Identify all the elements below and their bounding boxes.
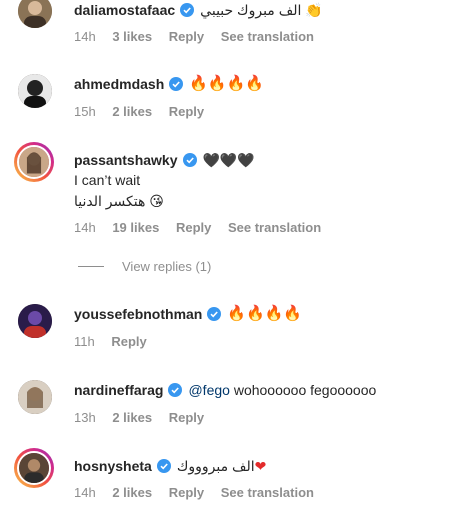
divider — [78, 266, 104, 267]
see-translation-button[interactable]: See translation — [221, 29, 314, 44]
reply-button[interactable]: Reply — [169, 104, 204, 119]
timestamp[interactable]: 14h — [74, 485, 96, 500]
avatar[interactable] — [18, 304, 52, 338]
comment-text: 🖤🖤🖤 — [202, 152, 255, 168]
verified-badge-icon — [180, 3, 195, 17]
avatar-image-icon — [19, 453, 49, 483]
comment-text: I can’t wait — [74, 172, 141, 188]
likes-count[interactable]: 2 likes — [112, 485, 152, 500]
comment-text: 🔥🔥🔥🔥 — [227, 305, 303, 322]
comment-header: hosnysheta الف مبروووك ❤ — [74, 457, 266, 475]
avatar[interactable] — [18, 380, 52, 414]
username-link[interactable]: nardineffarag — [74, 381, 163, 399]
verified-badge-icon — [156, 459, 171, 473]
timestamp[interactable]: 11h — [74, 334, 95, 349]
comment-text-line-2: I can’t wait — [74, 171, 140, 189]
avatar-image-icon — [18, 0, 52, 28]
timestamp[interactable]: 15h — [74, 104, 96, 119]
timestamp[interactable]: 14h — [74, 220, 96, 235]
see-translation-button[interactable]: See translation — [228, 220, 321, 235]
timestamp[interactable]: 13h — [74, 410, 96, 425]
comment-text: هتكسر الدنيا 😘 — [74, 193, 164, 209]
avatar-image-icon — [18, 74, 52, 108]
reply-button[interactable]: Reply — [176, 220, 211, 235]
likes-count[interactable]: 2 likes — [112, 104, 152, 119]
avatar[interactable] — [18, 74, 52, 108]
comment-header: ahmedmdash 🔥🔥🔥🔥 — [74, 75, 264, 93]
verified-badge-icon — [168, 383, 183, 397]
comment-meta: 13h 2 likes Reply — [74, 410, 217, 425]
comment-meta: 14h 2 likes Reply See translation — [74, 485, 327, 500]
verified-badge-icon — [169, 77, 184, 91]
heart-icon: ❤ — [254, 458, 267, 474]
avatar-story-ring — [17, 145, 51, 179]
comment-meta: 11h Reply — [74, 334, 160, 349]
likes-count[interactable]: 2 likes — [112, 410, 152, 425]
comment-meta: 15h 2 likes Reply — [74, 104, 217, 119]
reply-button[interactable]: Reply — [111, 334, 146, 349]
username-link[interactable]: hosnysheta — [74, 457, 152, 475]
comment-meta: 14h 3 likes Reply See translation — [74, 29, 327, 44]
username-link[interactable]: passantshawky — [74, 151, 178, 169]
mention-link[interactable]: @fego — [188, 381, 229, 399]
likes-count[interactable]: 3 likes — [112, 29, 152, 44]
comment-text: wohoooooo fegoooooo — [229, 382, 377, 398]
view-replies-button[interactable]: View replies (1) — [78, 259, 211, 274]
reply-button[interactable]: Reply — [169, 485, 204, 500]
comment-header: daliamostafaac الف مبروك حبيبي 👏 — [74, 1, 323, 19]
comment-text: الف مبروووك — [176, 458, 255, 474]
avatar-image-icon — [18, 380, 52, 414]
comment-header: nardineffarag @fego wohoooooo fegoooooo — [74, 381, 376, 399]
view-replies-label: View replies (1) — [122, 259, 212, 274]
avatar[interactable] — [14, 142, 54, 182]
comment-text: 🔥🔥🔥🔥 — [189, 75, 264, 92]
username-link[interactable]: daliamostafaac — [74, 1, 175, 19]
avatar-image-icon — [18, 304, 52, 338]
comment-text: الف مبروك حبيبي 👏 — [200, 2, 323, 18]
verified-badge-icon — [182, 153, 197, 167]
likes-count[interactable]: 19 likes — [112, 220, 159, 235]
reply-button[interactable]: Reply — [169, 29, 204, 44]
reply-button[interactable]: Reply — [169, 410, 204, 425]
avatar-story-ring — [17, 451, 51, 485]
avatar[interactable] — [14, 448, 54, 488]
comment-header: youssefebnothman 🔥🔥🔥🔥 — [74, 305, 302, 323]
comment-meta: 14h 19 likes Reply See translation — [74, 220, 334, 235]
comment-header: passantshawky 🖤🖤🖤 — [74, 151, 255, 169]
see-translation-button[interactable]: See translation — [221, 485, 314, 500]
verified-badge-icon — [207, 307, 222, 321]
avatar-image-icon — [19, 147, 49, 177]
avatar[interactable] — [18, 0, 52, 28]
username-link[interactable]: ahmedmdash — [74, 75, 164, 93]
timestamp[interactable]: 14h — [74, 29, 96, 44]
comment-text-line-3: هتكسر الدنيا 😘 — [74, 192, 164, 210]
username-link[interactable]: youssefebnothman — [74, 305, 202, 323]
